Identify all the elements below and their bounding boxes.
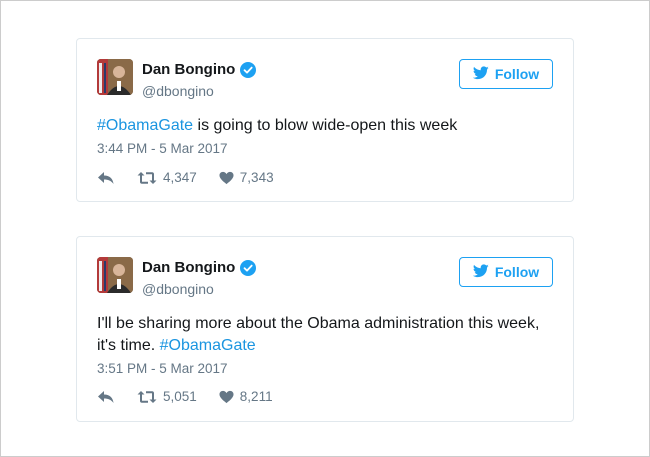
follow-button[interactable]: Follow (459, 59, 553, 89)
like-count: 7,343 (239, 170, 274, 185)
verified-badge-icon (240, 61, 257, 78)
tweet-text: I'll be sharing more about the Obama adm… (97, 313, 553, 357)
verified-badge-icon (240, 259, 257, 276)
heart-icon (219, 390, 234, 404)
tweet-text-line: I'll be sharing more about the Obama adm… (97, 315, 540, 332)
heart-icon (219, 171, 234, 185)
like-button[interactable]: 7,343 (219, 170, 274, 185)
avatar[interactable] (97, 59, 133, 95)
twitter-bird-icon (472, 263, 489, 281)
hashtag-link[interactable]: #ObamaGate (97, 117, 193, 134)
author-handle[interactable]: @dbongino (142, 83, 214, 99)
reply-button[interactable] (97, 171, 115, 185)
tweet-actions: 5,051 8,211 (97, 389, 295, 404)
author-name[interactable]: Dan Bongino (142, 61, 235, 78)
like-count: 8,211 (239, 389, 273, 404)
retweet-icon (137, 171, 157, 185)
tweet-actions: 4,347 7,343 (97, 170, 296, 185)
follow-button[interactable]: Follow (459, 257, 553, 287)
timestamp[interactable]: 3:44 PM - 5 Mar 2017 (97, 141, 228, 156)
reply-button[interactable] (97, 390, 115, 404)
tweet-card: Dan Bongino @dbongino Follow #ObamaGate … (76, 38, 574, 202)
follow-label: Follow (494, 264, 540, 280)
retweet-count: 4,347 (163, 170, 197, 185)
retweet-button[interactable]: 5,051 (137, 389, 197, 404)
reply-icon (97, 171, 115, 185)
author-name[interactable]: Dan Bongino (142, 259, 235, 276)
author-handle[interactable]: @dbongino (142, 281, 214, 297)
like-button[interactable]: 8,211 (219, 389, 273, 404)
retweet-icon (137, 390, 157, 404)
tweet-text: #ObamaGate is going to blow wide-open th… (97, 115, 553, 137)
hashtag-link[interactable]: #ObamaGate (160, 337, 256, 354)
reply-icon (97, 390, 115, 404)
tweet-text-body: is going to blow wide-open this week (193, 117, 458, 134)
retweet-button[interactable]: 4,347 (137, 170, 197, 185)
timestamp[interactable]: 3:51 PM - 5 Mar 2017 (97, 361, 228, 376)
retweet-count: 5,051 (163, 389, 197, 404)
avatar[interactable] (97, 257, 133, 293)
tweet-text-line: it's time. (97, 337, 160, 354)
tweet-card: Dan Bongino @dbongino Follow I'll be sha… (76, 236, 574, 422)
twitter-bird-icon (472, 65, 489, 83)
follow-label: Follow (494, 66, 540, 82)
